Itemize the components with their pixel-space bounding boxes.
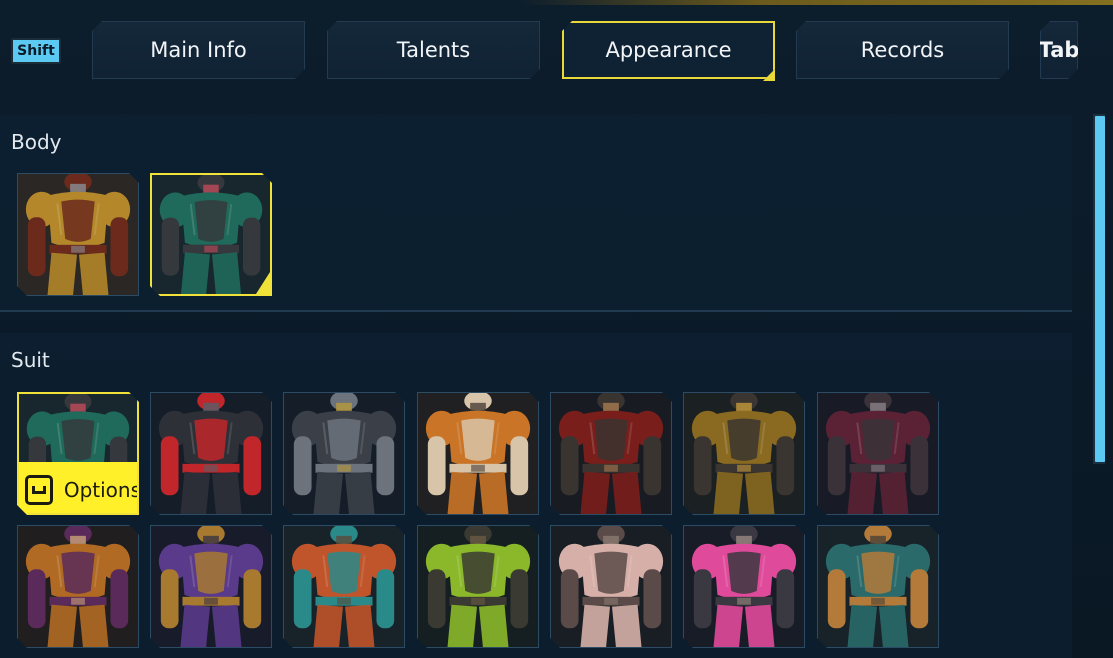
suit-item-3[interactable] [283, 392, 405, 515]
outfit-preview-image [818, 393, 938, 514]
outfit-preview-image [151, 526, 271, 647]
tab-records[interactable]: Records [796, 21, 1009, 79]
body-item-1[interactable] [17, 173, 139, 296]
tab-talents[interactable]: Talents [327, 21, 540, 79]
options-label: Options [63, 477, 139, 502]
suit-item-5[interactable] [550, 392, 672, 515]
options-button[interactable]: Options [19, 462, 139, 515]
suit-item-6[interactable] [683, 392, 805, 515]
body-section-title: Body [11, 130, 62, 154]
suit-item-8[interactable] [17, 525, 139, 648]
space-key-icon [25, 475, 53, 505]
suit-item-1[interactable]: Options [17, 392, 139, 515]
outfit-preview-image [284, 526, 404, 647]
tab-appearance[interactable]: Appearance [562, 21, 775, 79]
character-appearance-screen: Shift Tab Main Info Talents Appearance R… [0, 0, 1113, 658]
outfit-preview-image [152, 175, 270, 294]
top-glow-strip [520, 0, 1113, 5]
outfit-preview-image [418, 393, 538, 514]
outfit-preview-image [818, 526, 938, 647]
outfit-preview-image [551, 393, 671, 514]
suit-item-10[interactable] [283, 525, 405, 648]
suit-item-13[interactable] [683, 525, 805, 648]
suit-item-4[interactable] [417, 392, 539, 515]
outfit-preview-image [684, 526, 804, 647]
tab-main-info[interactable]: Main Info [92, 21, 305, 79]
suit-item-9[interactable] [150, 525, 272, 648]
suit-item-7[interactable] [817, 392, 939, 515]
body-item-2[interactable] [150, 173, 272, 296]
suit-item-2[interactable] [150, 392, 272, 515]
outfit-preview-image [18, 174, 138, 295]
scrollbar-thumb[interactable] [1095, 116, 1105, 462]
outfit-preview-image [684, 393, 804, 514]
suit-item-11[interactable] [417, 525, 539, 648]
outfit-preview-image [284, 393, 404, 514]
tab-key-hint[interactable]: Tab [1040, 21, 1078, 79]
suit-item-14[interactable] [817, 525, 939, 648]
suit-item-12[interactable] [550, 525, 672, 648]
shift-key-hint[interactable]: Shift [11, 38, 61, 64]
outfit-preview-image [418, 526, 538, 647]
outfit-preview-image [551, 526, 671, 647]
outfit-preview-image [18, 526, 138, 647]
outfit-preview-image [151, 393, 271, 514]
suit-section-title: Suit [11, 348, 50, 372]
